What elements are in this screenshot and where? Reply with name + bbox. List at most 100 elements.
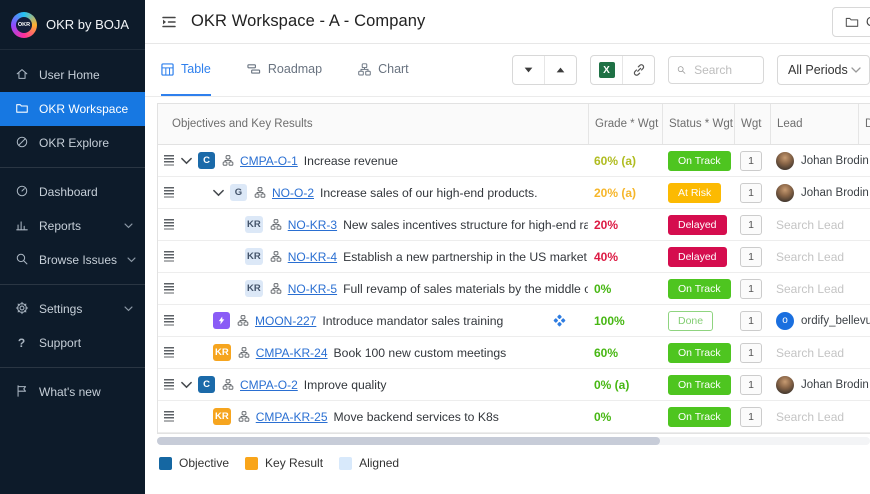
horizontal-scrollbar-track[interactable] xyxy=(157,437,870,445)
issue-key-link[interactable]: CMPA-KR-24 xyxy=(256,346,328,360)
sidebar-item-dashboard[interactable]: Dashboard xyxy=(0,175,145,209)
column-header-due[interactable]: D xyxy=(858,104,870,144)
weight-field[interactable]: 1 xyxy=(740,214,762,235)
search-box[interactable] xyxy=(668,56,764,84)
tab-table[interactable]: Table xyxy=(161,44,211,96)
sidebar-item-okr-explore[interactable]: OKR Explore xyxy=(0,126,145,160)
tab-chart[interactable]: Chart xyxy=(358,44,409,96)
export-excel-button[interactable]: X xyxy=(591,56,622,84)
drag-handle-icon[interactable] xyxy=(164,378,174,391)
sidebar-item-reports[interactable]: Reports xyxy=(0,209,145,243)
hierarchy-icon[interactable] xyxy=(237,315,249,326)
copy-link-button[interactable] xyxy=(622,56,654,84)
status-badge[interactable]: Delayed xyxy=(668,246,727,267)
status-badge[interactable]: On Track xyxy=(668,278,731,299)
column-header-lead[interactable]: Lead xyxy=(770,104,858,144)
hierarchy-icon[interactable] xyxy=(270,219,282,230)
hierarchy-icon[interactable] xyxy=(222,379,234,390)
table-row[interactable]: C CMPA-O-1 Increase revenue 60% (a) On Track… xyxy=(158,145,870,177)
issue-key-link[interactable]: NO-O-2 xyxy=(272,186,314,200)
sidebar-item-okr-workspace[interactable]: OKR Workspace xyxy=(0,92,145,126)
lead-cell[interactable]: Search Lead xyxy=(770,337,858,368)
weight-field[interactable]: 1 xyxy=(740,246,762,267)
hierarchy-icon[interactable] xyxy=(270,283,282,294)
lead-cell[interactable]: Johan Brodin xyxy=(770,369,869,400)
drag-handle-icon[interactable] xyxy=(164,186,174,199)
lead-cell[interactable]: Search Lead xyxy=(770,273,858,304)
hierarchy-icon[interactable] xyxy=(254,187,266,198)
weight-field[interactable]: 1 xyxy=(740,374,762,395)
lead-cell[interactable]: Johan Brodin xyxy=(770,145,869,176)
column-header-wgt[interactable]: Wgt xyxy=(734,104,770,144)
search-input[interactable] xyxy=(692,62,755,78)
lead-cell[interactable]: Search Lead xyxy=(770,241,858,272)
hierarchy-icon[interactable] xyxy=(222,155,234,166)
table-row[interactable]: KR CMPA-KR-24 Book 100 new custom meetings… xyxy=(158,337,870,369)
weight-field[interactable]: 1 xyxy=(740,150,762,171)
tab-roadmap[interactable]: Roadmap xyxy=(247,44,322,96)
lead-cell[interactable]: Search Lead xyxy=(770,209,858,240)
lead-cell[interactable]: oordify_bellevue xyxy=(770,305,870,336)
drag-handle-icon[interactable] xyxy=(164,154,174,167)
status-badge[interactable]: On Track xyxy=(668,374,731,395)
weight-field[interactable]: 1 xyxy=(740,342,762,363)
issue-key-link[interactable]: MOON-227 xyxy=(255,314,316,328)
drag-handle-icon[interactable] xyxy=(164,314,174,327)
issue-key-link[interactable]: CMPA-O-2 xyxy=(240,378,298,392)
table-row[interactable]: C CMPA-O-2 Improve quality 0% (a) On Track 1 J… xyxy=(158,369,870,401)
lead-search-field[interactable]: Search Lead xyxy=(776,282,844,296)
drag-handle-icon[interactable] xyxy=(164,218,174,231)
collapse-all-button[interactable] xyxy=(513,56,544,84)
table-row[interactable]: KR NO-KR-5 Full revamp of sales materials … xyxy=(158,273,870,305)
drag-handle-icon[interactable] xyxy=(164,410,174,423)
workspace-button[interactable]: OK xyxy=(832,6,870,37)
weight-field[interactable]: 1 xyxy=(740,310,762,331)
weight-field[interactable]: 1 xyxy=(740,182,762,203)
issue-key-link[interactable]: NO-KR-3 xyxy=(288,218,337,232)
table-row[interactable]: KR NO-KR-3 New sales incentives structure … xyxy=(158,209,870,241)
horizontal-scrollbar-thumb[interactable] xyxy=(157,437,660,445)
period-filter-select[interactable]: All Periods xyxy=(777,55,870,85)
table-row[interactable]: KR CMPA-KR-25 Move backend services to K8s… xyxy=(158,401,870,433)
issue-key-link[interactable]: NO-KR-4 xyxy=(288,250,337,264)
lead-search-field[interactable]: Search Lead xyxy=(776,410,844,424)
hierarchy-icon[interactable] xyxy=(238,347,250,358)
lead-cell[interactable]: Search Lead xyxy=(770,401,858,432)
hierarchy-icon[interactable] xyxy=(270,251,282,262)
status-badge[interactable]: Done xyxy=(668,310,714,331)
sidebar-item-what-s-new[interactable]: What's new xyxy=(0,375,145,409)
sidebar-item-user-home[interactable]: User Home xyxy=(0,58,145,92)
sidebar-toggle-button[interactable] xyxy=(160,13,178,31)
column-header-status[interactable]: Status * Wgt xyxy=(662,104,734,144)
issue-key-link[interactable]: NO-KR-5 xyxy=(288,282,337,296)
issue-key-link[interactable]: CMPA-KR-25 xyxy=(256,410,328,424)
table-row[interactable]: KR NO-KR-4 Establish a new partnership in … xyxy=(158,241,870,273)
chevron-down-icon[interactable] xyxy=(213,189,230,197)
weight-field[interactable]: 1 xyxy=(740,406,762,427)
status-badge[interactable]: On Track xyxy=(668,406,731,427)
status-badge[interactable]: On Track xyxy=(668,342,731,363)
issue-key-link[interactable]: CMPA-O-1 xyxy=(240,154,298,168)
column-header-objectives[interactable]: Objectives and Key Results xyxy=(158,104,588,144)
hierarchy-icon[interactable] xyxy=(238,411,250,422)
sidebar-item-settings[interactable]: Settings xyxy=(0,292,145,326)
table-row[interactable]: MOON-227 Introduce mandator sales trainin… xyxy=(158,305,870,337)
drag-handle-icon[interactable] xyxy=(164,282,174,295)
chevron-down-icon[interactable] xyxy=(181,157,198,165)
sidebar-item-support[interactable]: ? Support xyxy=(0,326,145,360)
column-header-grade[interactable]: Grade * Wgt xyxy=(588,104,662,144)
weight-field[interactable]: 1 xyxy=(740,278,762,299)
lead-search-field[interactable]: Search Lead xyxy=(776,346,844,360)
chevron-down-icon[interactable] xyxy=(181,381,198,389)
lead-cell[interactable]: Johan Brodin xyxy=(770,177,869,208)
sidebar-item-browse-issues[interactable]: Browse Issues xyxy=(0,243,145,277)
lead-search-field[interactable]: Search Lead xyxy=(776,218,844,232)
drag-handle-icon[interactable] xyxy=(164,250,174,263)
status-badge[interactable]: At Risk xyxy=(668,182,722,203)
status-badge[interactable]: Delayed xyxy=(668,214,727,235)
table-row[interactable]: G NO-O-2 Increase sales of our high-end pr… xyxy=(158,177,870,209)
drag-handle-icon[interactable] xyxy=(164,346,174,359)
status-badge[interactable]: On Track xyxy=(668,150,731,171)
lead-search-field[interactable]: Search Lead xyxy=(776,250,844,264)
expand-all-button[interactable] xyxy=(544,56,576,84)
